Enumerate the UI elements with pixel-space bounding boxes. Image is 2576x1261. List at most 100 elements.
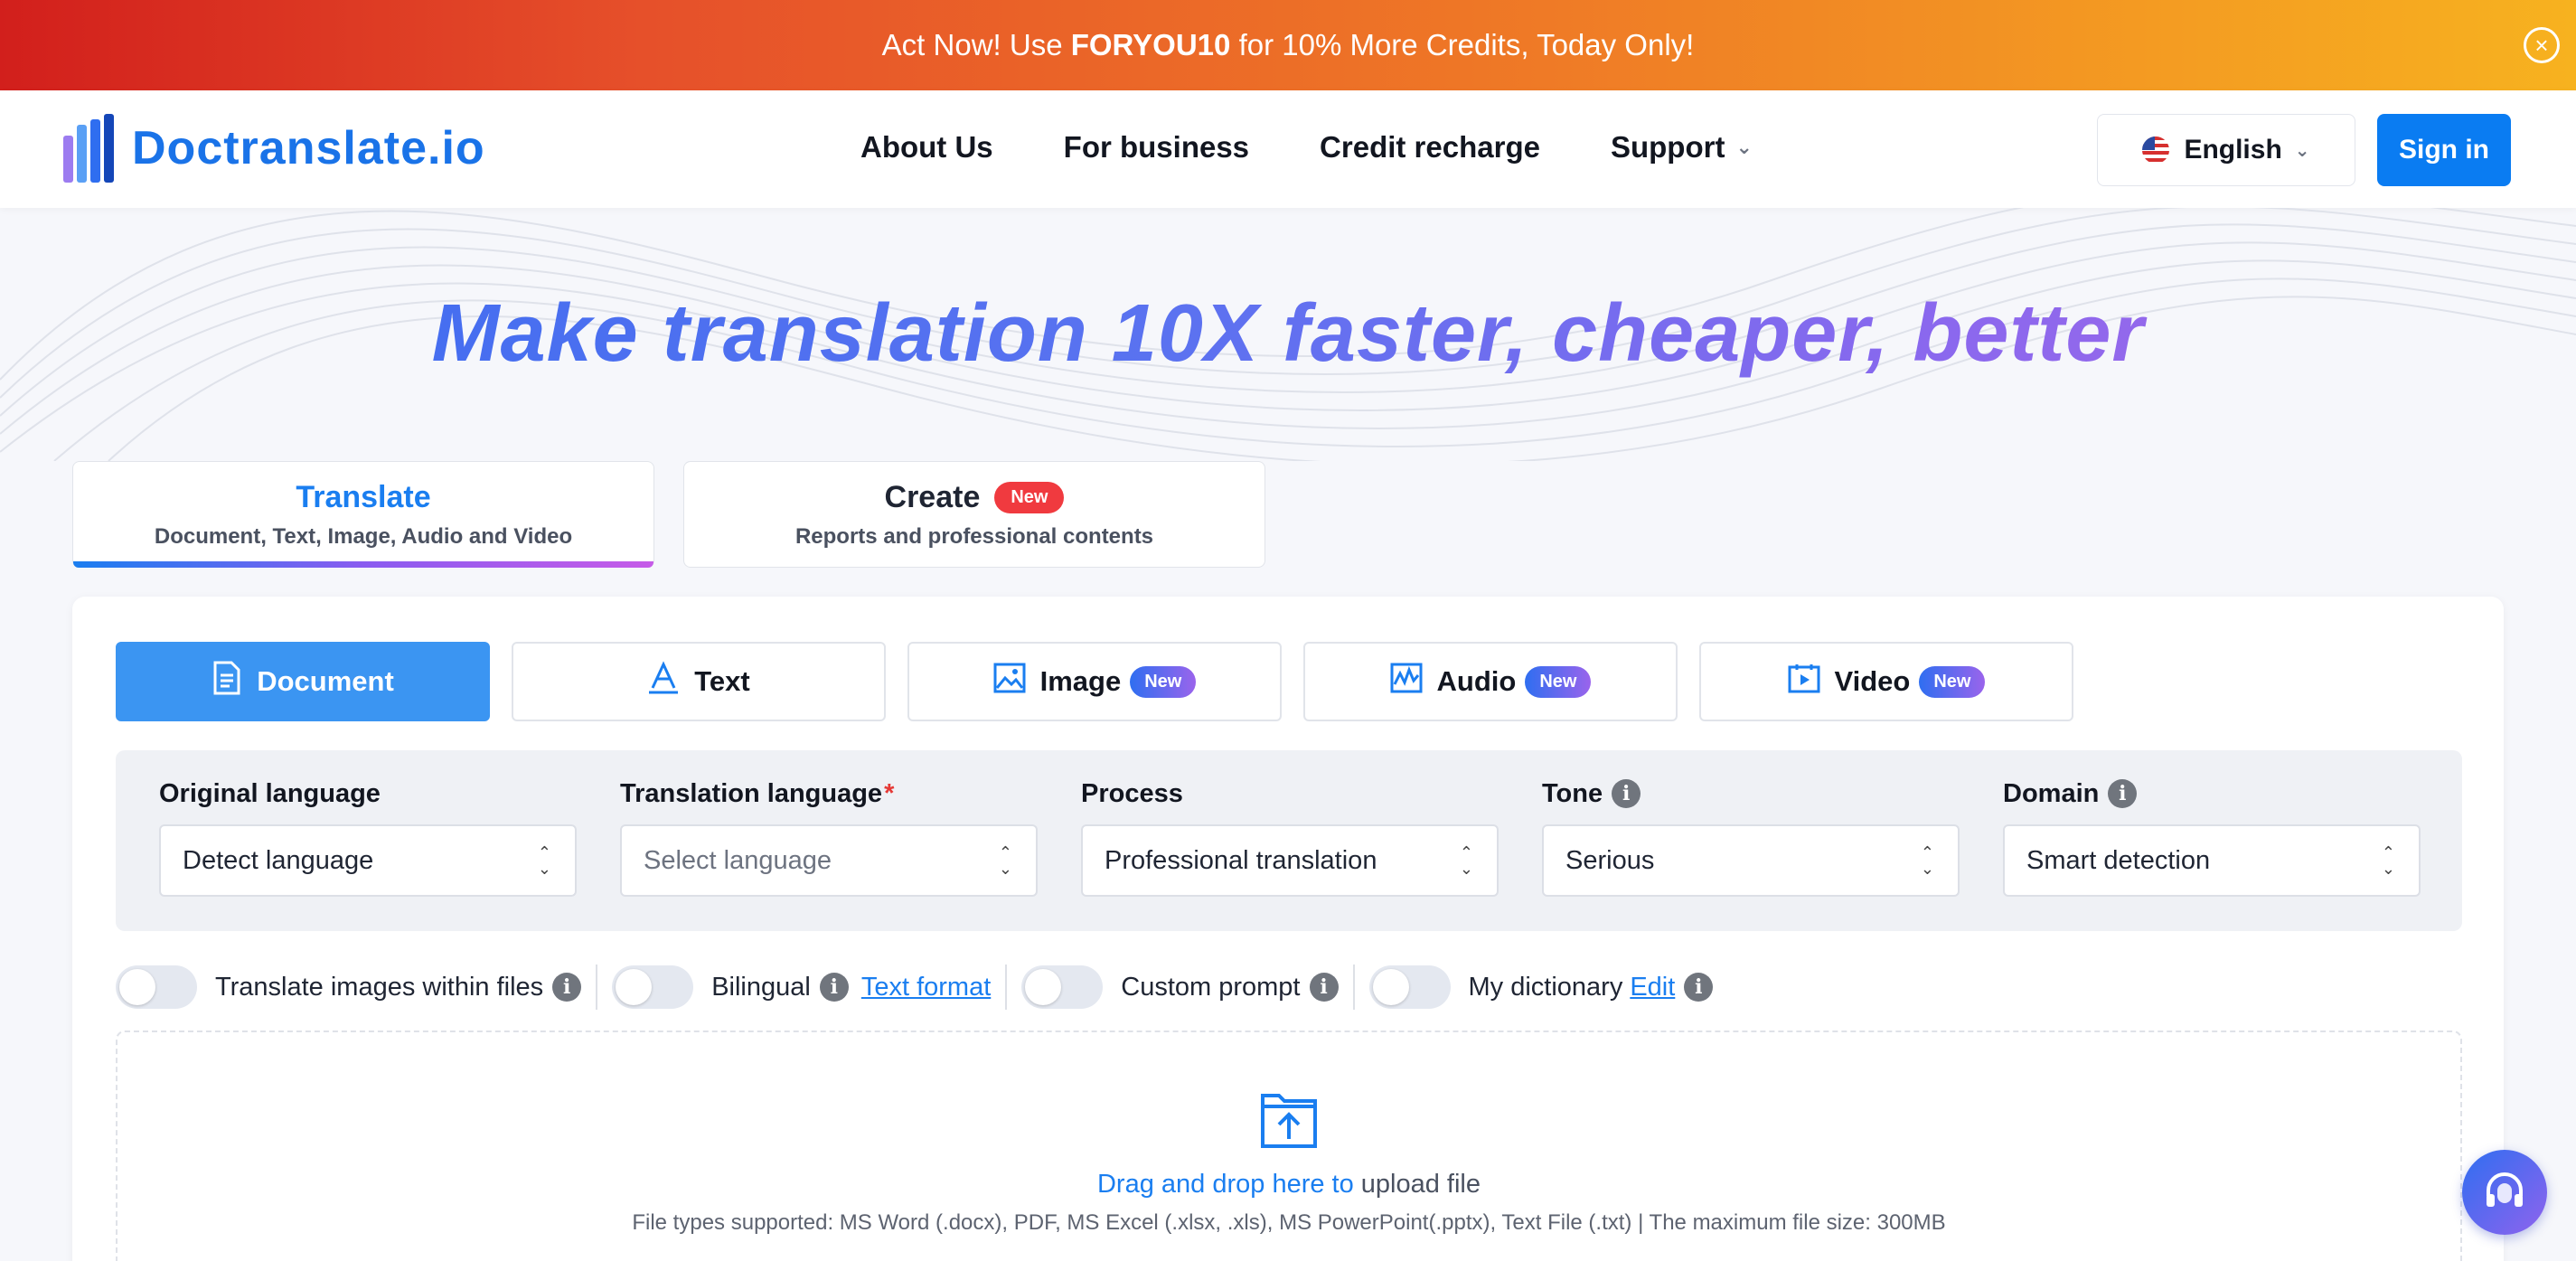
original-language-select[interactable]: Detect language ⌃ ⌄	[159, 824, 577, 897]
bilingual-label: Bilingual	[711, 972, 811, 1002]
nav-support-label: Support	[1610, 130, 1725, 164]
text-format-link[interactable]: Text format	[861, 973, 991, 1002]
info-icon[interactable]: i	[2108, 779, 2138, 808]
nav-about-us[interactable]: About Us	[860, 130, 993, 165]
upload-folder-icon	[1261, 1094, 1317, 1148]
chevron-down-icon: ⌄	[2294, 140, 2310, 161]
type-tab-text[interactable]: Text	[512, 642, 886, 721]
my-dictionary-option: My dictionary Edit i	[1368, 965, 1714, 1009]
tab-translate[interactable]: Translate Document, Text, Image, Audio a…	[72, 461, 654, 568]
promo-banner: Act Now! Use FORYOU10 for 10% More Credi…	[0, 0, 2576, 90]
language-selector[interactable]: English ⌄	[2097, 114, 2355, 186]
updown-chevron-icon: ⌃ ⌄	[537, 843, 551, 878]
custom-prompt-toggle[interactable]	[1021, 965, 1104, 1009]
type-tab-image[interactable]: Image New	[907, 642, 1282, 721]
support-chat-button[interactable]	[2462, 1150, 2547, 1235]
custom-prompt-option: Custom prompt i	[1021, 965, 1339, 1009]
translation-settings: Original language Detect language ⌃ ⌄ Tra…	[116, 750, 2462, 931]
tab-translate-title: Translate	[296, 480, 431, 514]
supported-file-types: File types supported: MS Word (.docx), P…	[632, 1210, 1946, 1235]
options-row: Translate images within files i Bilingua…	[116, 958, 2462, 1016]
translation-language-label-row: Translation language *	[620, 777, 1038, 810]
translation-language-placeholder: Select language	[644, 845, 832, 875]
domain-label: Domain	[2003, 778, 2100, 808]
hero-title: Make translation 10X faster, cheaper, be…	[0, 287, 2576, 381]
process-select[interactable]: Professional translation ⌃ ⌄	[1081, 824, 1499, 897]
audio-icon	[1390, 663, 1423, 701]
info-icon[interactable]: i	[1612, 779, 1641, 808]
drag-drop-link[interactable]: Drag and drop here to	[1097, 1170, 1354, 1199]
promo-code: FORYOU10	[1070, 28, 1231, 61]
translate-images-toggle[interactable]	[116, 965, 197, 1009]
tab-translate-subtitle: Document, Text, Image, Audio and Video	[154, 524, 573, 549]
promo-suffix: for 10% More Credits, Today Only!	[1238, 28, 1695, 61]
domain-select[interactable]: Smart detection ⌃ ⌄	[2003, 824, 2421, 897]
info-icon[interactable]: i	[819, 973, 849, 1002]
logo[interactable]: Doctranslate.io	[63, 114, 485, 183]
text-icon	[647, 660, 680, 703]
my-dictionary-toggle[interactable]	[1368, 965, 1451, 1009]
nav-support[interactable]: Support ⌄	[1611, 130, 1753, 165]
original-language-field: Original language Detect language ⌃ ⌄	[159, 777, 577, 897]
divider	[1005, 965, 1008, 1010]
dropzone-text: Drag and drop here to upload file	[1097, 1170, 1481, 1200]
tone-label: Tone	[1542, 778, 1603, 808]
type-tab-audio-label: Audio	[1436, 665, 1517, 697]
tab-create[interactable]: Create New Reports and professional cont…	[683, 461, 1265, 568]
new-badge: New	[1525, 665, 1592, 698]
top-navbar: Doctranslate.io About Us For business Cr…	[0, 90, 2576, 208]
video-icon	[1788, 663, 1820, 701]
type-tab-document[interactable]: Document	[116, 642, 490, 721]
info-icon[interactable]: i	[552, 973, 582, 1002]
chevron-down-icon: ⌄	[1735, 136, 1753, 158]
domain-field: Domain i Smart detection ⌃ ⌄	[2003, 777, 2421, 897]
tab-create-title: Create	[884, 479, 981, 514]
image-icon	[993, 663, 1026, 701]
logo-text: Doctranslate.io	[132, 122, 485, 174]
edit-dictionary-link[interactable]: Edit	[1630, 973, 1675, 1002]
divider	[1352, 965, 1355, 1010]
process-value: Professional translation	[1105, 845, 1377, 875]
bilingual-option: Bilingual i Text format	[612, 965, 991, 1009]
new-badge: New	[1919, 665, 1986, 698]
type-tab-document-label: Document	[257, 665, 394, 697]
tone-value: Serious	[1565, 845, 1655, 875]
nav-links: About Us For business Credit recharge Su…	[860, 130, 1823, 165]
domain-value: Smart detection	[2026, 845, 2211, 875]
updown-chevron-icon: ⌃ ⌄	[2381, 843, 2395, 878]
headset-icon	[2487, 1172, 2523, 1207]
nav-credit-recharge[interactable]: Credit recharge	[1320, 130, 1540, 165]
upload-dropzone[interactable]: Drag and drop here to upload file File t…	[116, 1030, 2462, 1261]
translate-card: Document Text Image New Audio New Video …	[72, 597, 2504, 1261]
nav-for-business[interactable]: For business	[1064, 130, 1249, 165]
bilingual-toggle[interactable]	[612, 965, 694, 1009]
info-icon[interactable]: i	[1309, 973, 1339, 1002]
sign-in-button[interactable]: Sign in	[2377, 114, 2511, 186]
logo-icon	[63, 114, 116, 183]
us-flag-icon	[2142, 136, 2170, 164]
original-language-label: Original language	[159, 778, 381, 808]
type-tab-audio[interactable]: Audio New	[1303, 642, 1678, 721]
promo-prefix: Act Now! Use	[881, 28, 1063, 61]
document-icon	[212, 661, 242, 703]
domain-label-row: Domain i	[2003, 777, 2421, 810]
upload-file-text: upload file	[1353, 1170, 1481, 1199]
new-badge: New	[994, 481, 1065, 513]
tab-create-subtitle: Reports and professional contents	[794, 523, 1154, 549]
translate-images-label: Translate images within files	[215, 972, 544, 1002]
required-asterisk: *	[884, 778, 895, 808]
my-dictionary-label: My dictionary	[1468, 972, 1623, 1002]
tone-select[interactable]: Serious ⌃ ⌄	[1542, 824, 1960, 897]
close-circle-icon[interactable]: ×	[2524, 27, 2560, 63]
tone-label-row: Tone i	[1542, 777, 1960, 810]
tone-field: Tone i Serious ⌃ ⌄	[1542, 777, 1960, 897]
translate-images-option: Translate images within files i	[116, 965, 582, 1009]
process-field: Process Professional translation ⌃ ⌄	[1081, 777, 1499, 897]
custom-prompt-label: Custom prompt	[1121, 972, 1301, 1002]
info-icon[interactable]: i	[1684, 973, 1714, 1002]
type-tab-text-label: Text	[694, 665, 750, 697]
type-tab-video[interactable]: Video New	[1699, 642, 2073, 721]
translation-language-select[interactable]: Select language ⌃ ⌄	[620, 824, 1038, 897]
divider	[596, 965, 598, 1010]
language-label: English	[2184, 135, 2282, 165]
